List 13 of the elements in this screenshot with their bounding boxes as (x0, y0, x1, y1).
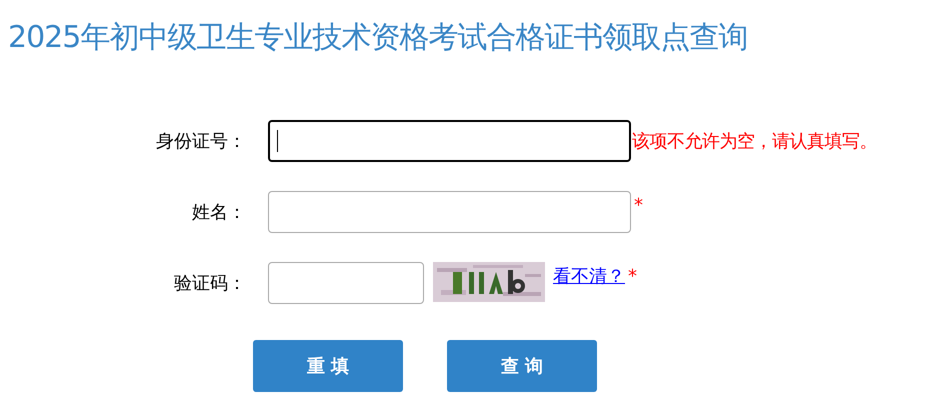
query-button[interactable]: 查 询 (447, 340, 597, 392)
required-mark: * (628, 266, 637, 287)
input-field[interactable] (268, 191, 631, 233)
field-label: 验证码： (173, 272, 247, 295)
field-label: 身份证号： (155, 130, 247, 153)
refresh-link[interactable]: 看不清？ (553, 264, 625, 288)
page-title: 2025年初中级卫生专业技术资格考试合格证书领取点查询 (7, 19, 748, 57)
field-label: 姓名： (191, 201, 247, 224)
error-message: 该项不允许为空，请认真填写。 (632, 130, 877, 153)
reset-button[interactable]: 重 填 (253, 340, 403, 392)
input-field[interactable] (268, 120, 631, 162)
required-mark: * (634, 195, 643, 216)
input-field[interactable] (268, 262, 424, 304)
